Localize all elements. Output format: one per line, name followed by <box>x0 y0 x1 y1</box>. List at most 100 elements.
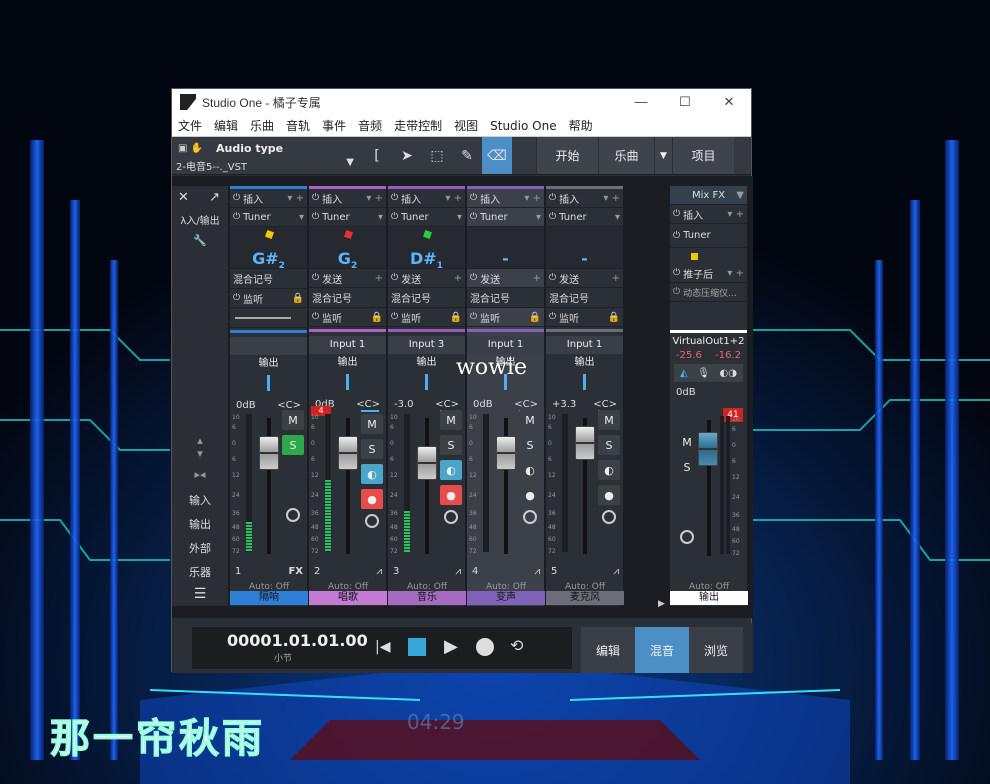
master-fader[interactable]: 41 M S 10 6 0 6 12 24 36 48 60 72 <box>670 408 748 562</box>
menu-audio[interactable]: 音频 <box>358 117 382 134</box>
scroll-right-icon[interactable]: ▶ <box>658 599 665 609</box>
stop-button-icon[interactable] <box>408 638 426 656</box>
mix-tag-slot[interactable]: 混合记号 <box>230 269 307 289</box>
add-icon[interactable]: + <box>454 273 462 284</box>
chevron-down-icon[interactable]: ▼ <box>346 157 354 168</box>
send-slot[interactable]: ⏻ 发送 + <box>546 269 623 288</box>
volume-fader[interactable]: 10 6 0 6 12 24 36 48 60 72 M S ◐ ● <box>388 410 466 560</box>
menu-track[interactable]: 音轨 <box>286 117 310 134</box>
master-pan-knob[interactable] <box>680 530 694 544</box>
menu-view[interactable]: 视图 <box>454 117 478 134</box>
tuner-slot[interactable]: ⏻ Tuner ▾ <box>546 208 623 227</box>
tuner-slot[interactable]: ⏻ Tuner ▾ <box>309 208 386 227</box>
master-insert-slot[interactable]: ⏻ 插入 ▾ + <box>670 205 747 224</box>
add-icon[interactable]: + <box>612 273 620 284</box>
listen-slot[interactable]: ⏻ 监听 🔒 <box>388 308 465 327</box>
pan-value[interactable]: <C> <box>514 399 538 410</box>
master-fader-cap[interactable] <box>698 432 718 466</box>
menu-help[interactable]: 帮助 <box>569 117 593 134</box>
power-icon[interactable]: ⏻ <box>549 193 556 203</box>
output-toggle[interactable]: 输出 <box>172 516 228 532</box>
eraser-tool-icon[interactable]: ⌫ <box>482 137 512 174</box>
mute-button[interactable]: M <box>598 410 620 430</box>
mute-button[interactable]: M <box>519 410 541 430</box>
fader-cap[interactable] <box>496 436 516 470</box>
volume-fader[interactable]: 10 6 0 6 12 24 36 48 60 72 M S ◐ ● <box>546 410 624 560</box>
solo-button[interactable]: S <box>361 439 383 459</box>
mono-icon[interactable]: ◭ <box>680 368 688 379</box>
listen-slot[interactable]: ⏻ 监听 🔒 <box>230 289 307 308</box>
edit-view-button[interactable]: 编辑 <box>581 627 635 673</box>
volume-fader[interactable]: 10 6 0 6 12 24 36 48 60 72 M S <box>230 410 308 560</box>
gain-value[interactable]: 0dB <box>236 400 256 411</box>
menu-event[interactable]: 事件 <box>322 117 346 134</box>
power-icon[interactable]: ⏻ <box>549 212 556 222</box>
record-arm-button[interactable]: ● <box>519 485 541 505</box>
fader-cap[interactable] <box>338 436 358 470</box>
insert-slot[interactable]: ⏻ 插入 ▾ + <box>467 189 544 208</box>
mix-tag-slot[interactable]: 混合记号 <box>309 288 386 308</box>
solo-button[interactable]: S <box>282 435 304 455</box>
input-name[interactable] <box>230 337 307 355</box>
return-to-zero-icon[interactable]: |◀ <box>375 639 390 655</box>
power-icon[interactable]: ⏻ <box>549 312 556 322</box>
mix-fx-header[interactable]: Mix FX ▼ <box>670 186 747 205</box>
solo-button[interactable]: S <box>519 435 541 455</box>
listen-slot[interactable]: ⏻ 监听 🔒 <box>546 308 623 327</box>
mic-icon[interactable]: 🎙 <box>697 368 710 379</box>
close-button[interactable]: ✕ <box>707 94 751 110</box>
add-icon[interactable]: ▾ + <box>287 193 304 204</box>
add-icon[interactable]: ▾ + <box>366 193 383 204</box>
external-toggle[interactable]: 外部 <box>172 540 228 556</box>
range-tool-icon[interactable]: ⬚ <box>422 137 452 174</box>
record-arm-button[interactable]: ● <box>361 489 383 509</box>
volume-fader[interactable]: 10 6 0 6 12 24 36 48 60 72 M S ◐ ● <box>467 410 545 560</box>
master-solo-button[interactable]: S <box>676 457 698 477</box>
listen-slot[interactable]: ⏻ 监听 🔒 <box>467 308 544 327</box>
tuner-slot[interactable]: ⏻ Tuner ▾ <box>230 208 307 227</box>
power-icon[interactable]: ⏻ <box>391 312 398 322</box>
insert-slot[interactable]: ⏻ 插入 ▾ + <box>230 189 307 208</box>
expand-arrows-icon[interactable]: ▸◂ <box>172 468 228 481</box>
mix-tag-slot[interactable]: 混合记号 <box>546 288 623 308</box>
output-name[interactable]: 输出 <box>388 354 465 372</box>
tuner-slot[interactable]: ⏻ Tuner ▾ <box>467 208 544 227</box>
list-icon[interactable]: ☰ <box>172 586 228 602</box>
instrument-toggle[interactable]: 乐器 <box>172 564 228 580</box>
gain-value[interactable]: +3.3 <box>552 399 576 410</box>
insert-slot[interactable]: ⏻ 插入 ▾ + <box>546 189 623 208</box>
add-icon[interactable]: ▾ + <box>603 193 620 204</box>
channel-name[interactable]: 隔响 <box>230 591 308 605</box>
add-icon[interactable]: ▾ + <box>524 193 541 204</box>
project-button[interactable]: 项目 <box>672 137 734 174</box>
fader-cap[interactable] <box>417 446 437 480</box>
pan-knob[interactable] <box>602 510 616 524</box>
pan-knob[interactable] <box>286 508 300 522</box>
menu-file[interactable]: 文件 <box>178 117 202 134</box>
io-toggle[interactable]: λ入/输出 <box>172 212 228 227</box>
listen-slot[interactable]: ⏻ 监听 🔒 <box>309 308 386 327</box>
start-button[interactable]: 开始 <box>536 137 598 174</box>
insert-slot[interactable]: ⏻ 插入 ▾ + <box>309 189 386 208</box>
channel-name[interactable]: 唱歌 <box>309 591 387 605</box>
pan-value[interactable]: <C> <box>277 400 301 411</box>
post-fader-slot[interactable]: ⏻ 推子后 ▾ + <box>670 264 747 283</box>
record-button-icon[interactable] <box>476 638 494 656</box>
send-slot[interactable]: ⏻ 发送 + <box>388 269 465 288</box>
mix-tag-slot[interactable]: 混合记号 <box>388 288 465 308</box>
output-name[interactable]: 输出 <box>230 355 307 373</box>
power-icon[interactable]: ⏻ <box>470 312 477 322</box>
minimize-button[interactable]: — <box>619 94 663 110</box>
power-icon[interactable]: ⏻ <box>673 209 680 219</box>
pan-knob[interactable] <box>444 510 458 524</box>
power-icon[interactable]: ⏻ <box>233 212 240 222</box>
gain-value[interactable]: -3.0 <box>394 399 414 410</box>
input-name[interactable]: Input 1 <box>546 336 623 354</box>
add-icon[interactable]: ▾ + <box>445 193 462 204</box>
input-name[interactable]: Input 1 <box>309 336 386 354</box>
pan-slider[interactable] <box>309 372 386 394</box>
send-slot[interactable]: ⏻ 发送 + <box>467 269 544 288</box>
power-icon[interactable]: ⏻ <box>673 231 680 241</box>
input-toggle[interactable]: 输入 <box>172 492 228 508</box>
power-icon[interactable]: ⏻ <box>673 287 680 297</box>
